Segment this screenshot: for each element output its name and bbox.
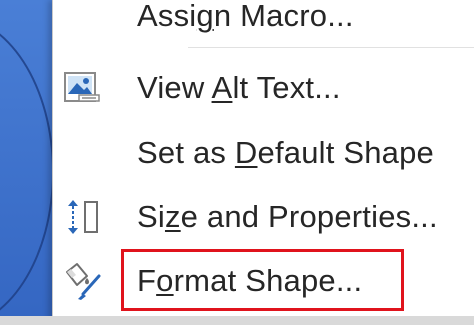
menu-item-label: Size and Properties... xyxy=(137,199,438,234)
menu-separator xyxy=(188,47,474,48)
menu-item-set-default-shape[interactable]: Set as Default Shape xyxy=(53,122,474,184)
background-arc-shape xyxy=(0,15,54,325)
size-properties-icon xyxy=(59,194,105,240)
menu-item-assign-macro[interactable]: Assign Macro... xyxy=(53,0,474,47)
screenshot-stage: Assign Macro... View Alt Text... Set as … xyxy=(0,0,474,325)
paint-bucket-brush-icon xyxy=(59,258,105,304)
menu-item-label: Set as Default Shape xyxy=(137,135,434,170)
menu-bottom-edge xyxy=(0,316,474,325)
format-shape-highlight-box xyxy=(121,249,404,311)
menu-item-size-and-properties[interactable]: Size and Properties... xyxy=(53,186,474,248)
menu-item-view-alt-text[interactable]: View Alt Text... xyxy=(53,57,474,119)
menu-item-label: View Alt Text... xyxy=(137,70,341,105)
alt-text-icon xyxy=(59,65,105,111)
menu-item-label: Assign Macro... xyxy=(137,0,354,33)
